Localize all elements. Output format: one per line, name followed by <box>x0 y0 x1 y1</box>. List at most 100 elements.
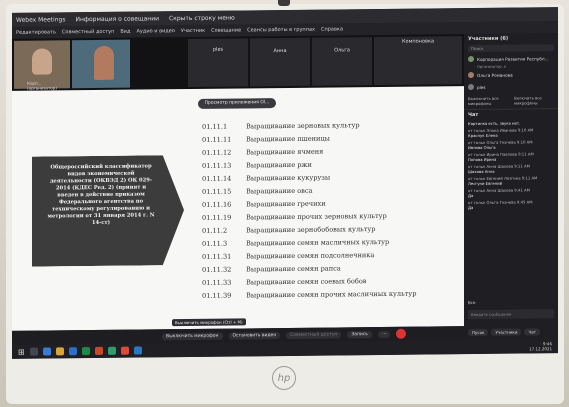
panel-buttons: Пусок Участники Чат <box>464 325 558 338</box>
menu-participant[interactable]: Участник <box>181 28 205 34</box>
chat-recipient[interactable]: Все <box>468 300 475 305</box>
participant-row[interactable]: ples <box>464 80 558 93</box>
chat-message: от тольк Анна Шахова 9:41 AM Да <box>464 186 558 199</box>
search-icon[interactable] <box>29 347 38 356</box>
chat-text: Ивлова Ольга <box>468 144 496 151</box>
okved-code: 01.11.14 <box>202 174 232 183</box>
chat-meta: от тольк Анна Шахова 9:41 AM <box>468 187 530 194</box>
menu-breakout[interactable]: Сеансы работы в группах <box>247 27 315 34</box>
menu-audio-video[interactable]: Аудио и видео <box>137 28 175 34</box>
okved-code: 01.11.33 <box>202 278 232 287</box>
chat-message: от тольк Ольга Ткачева 9:45 AM Да <box>464 198 558 211</box>
chat-text: Попова Ирина <box>468 156 497 163</box>
chat-text: Картинка есть, звука нет. <box>468 120 521 127</box>
avatar <box>468 84 474 91</box>
tile-name-olga: Ольга <box>334 47 350 54</box>
video-tile-ples[interactable]: ples <box>188 38 248 88</box>
chat-text: Да <box>468 205 474 211</box>
participant-row[interactable]: Корпорация Развития Республ... <box>464 52 558 65</box>
mute-button[interactable]: Выключить микрофон <box>162 332 223 340</box>
chat-input[interactable]: Введите сообщение <box>468 309 554 320</box>
menu-meeting[interactable]: Совещание <box>211 27 241 33</box>
chat-recipient-label: Все <box>468 300 476 306</box>
outlook-icon[interactable] <box>133 346 142 355</box>
participant-name: Корпорация Развития Республ... <box>477 55 549 62</box>
okved-code: 01.11.13 <box>202 161 232 170</box>
okved-code: 01.11.12 <box>202 148 232 157</box>
viewing-notice[interactable]: Просмотр приложения Ol... <box>198 98 276 109</box>
second-avatar <box>94 45 114 81</box>
tile-name-anna: Анна <box>273 47 287 55</box>
excel-icon[interactable] <box>81 347 90 356</box>
chat-text: Краснук Елена <box>468 132 498 139</box>
okved-code: 01.11.39 <box>202 291 232 300</box>
chat-message: от тольк Ирина Павлова 9:11 AM Попова Ири… <box>464 150 558 163</box>
arrow-text: Общероссийский классификатор видов эконо… <box>47 163 155 227</box>
okved-code: 01.11.16 <box>202 200 232 209</box>
chat-meta: от тольк Ольга Ткачева 9:45 AM <box>468 199 533 206</box>
okved-list: 01.11.1 Выращивание зерновых культур 01.11… <box>202 120 462 305</box>
unmute-all-link[interactable]: Включить все микрофоны <box>514 95 554 105</box>
okved-code: 01.11.31 <box>202 252 232 261</box>
clock-date: 17.12.2021 <box>529 346 552 352</box>
participants-header[interactable]: Участники (6) <box>464 33 558 44</box>
chat-message: от тольк Элана Иванова 9:10 AM Краснук Ел… <box>464 126 558 139</box>
chat-message: от тольк Анна Шахова 9:11 AM Шахова Анна <box>464 162 558 175</box>
tile-name-ples: ples <box>212 46 224 53</box>
hide-menu-bar[interactable]: Скрыть строку меню <box>169 14 235 22</box>
stop-video-button[interactable]: Остановить видео <box>228 331 281 340</box>
mute-all-link[interactable]: Выключить все микрофоны <box>468 96 510 106</box>
layout-label: Компоновка <box>401 38 435 45</box>
folder-icon[interactable] <box>55 347 64 356</box>
mute-tooltip: Выключить микрофон (Ctrl + M) <box>172 318 246 327</box>
chrome-icon[interactable] <box>120 346 129 355</box>
okved-code: 01.11.32 <box>202 265 232 274</box>
word-icon[interactable] <box>68 347 77 356</box>
participant-row[interactable]: Ольга Романова <box>464 68 558 81</box>
menu-edit[interactable]: Редактировать <box>16 29 56 35</box>
leave-meeting-icon[interactable] <box>396 328 407 339</box>
monitor-screen: Webex Meetings Информация о совещании Ск… <box>12 7 558 359</box>
menu-share[interactable]: Совместный доступ <box>62 29 114 36</box>
participant-search[interactable]: Поиск <box>468 44 554 53</box>
participants-button[interactable]: Участники <box>491 328 522 336</box>
okved-code: 01.11.2 <box>202 226 228 235</box>
record-button[interactable]: Запись <box>347 330 372 338</box>
okved-description: Выращивание семян прочих масличных культ… <box>246 289 417 300</box>
okved-code: 01.11.3 <box>202 239 228 248</box>
video-tile-olga[interactable]: Ольга <box>312 37 372 86</box>
layout-button[interactable]: Компоновка <box>374 36 462 86</box>
okved-row: 01.11.39 Выращивание семян прочих масличн… <box>202 289 462 305</box>
video-tile-anna[interactable]: Анна <box>250 37 310 87</box>
video-strip: Корп... (организатор) ples Анна Ольга Ко… <box>12 34 464 91</box>
okved-code: 01.11.15 <box>202 187 232 196</box>
share-button[interactable]: Совместный доступ <box>286 330 342 339</box>
powerpoint-icon[interactable] <box>94 346 103 355</box>
menu-help[interactable]: Справка <box>321 26 343 32</box>
chat-text: Да <box>468 193 474 199</box>
okved-code: 01.11.11 <box>202 135 232 144</box>
mute-controls: Выключить все микрофоны Включить все мик… <box>464 92 558 109</box>
participant-name: ples <box>477 84 486 90</box>
start-icon[interactable]: ⊞ <box>18 347 25 356</box>
app-title: Webex Meetings <box>16 15 66 24</box>
more-options-icon[interactable]: ⋯ <box>377 330 391 338</box>
hp-logo: hp <box>272 366 296 390</box>
system-clock[interactable]: 9:46 17.12.2021 <box>529 341 552 351</box>
chat-messages: Картинка есть, звука нет. от тольк Элана … <box>464 119 558 211</box>
video-tile-host[interactable]: Корп... (организатор) <box>14 40 70 91</box>
avatar <box>468 56 474 63</box>
side-panel: Участники (6) Поиск Корпорация Развития … <box>464 33 558 341</box>
chat-message: от тольк Ольга Ткачева 9:10 AM Ивлова Оль… <box>464 138 558 151</box>
lobby-button[interactable]: Пусок <box>468 328 489 336</box>
edge-icon[interactable] <box>42 347 51 356</box>
chat-button[interactable]: Чат <box>524 327 540 335</box>
webcam-icon <box>278 0 290 6</box>
okved-code: 01.11.1 <box>202 122 228 131</box>
chat-text: Лесгуни Евгений <box>468 180 503 187</box>
meeting-info-menu[interactable]: Информация о совещании <box>75 15 159 23</box>
webex-icon[interactable] <box>107 346 116 355</box>
chat-message: от тольк Евгений Лезгина 9:11 AM Лесгуни … <box>464 174 558 187</box>
menu-view[interactable]: Вид <box>120 29 130 35</box>
video-tile-second[interactable] <box>72 39 130 89</box>
